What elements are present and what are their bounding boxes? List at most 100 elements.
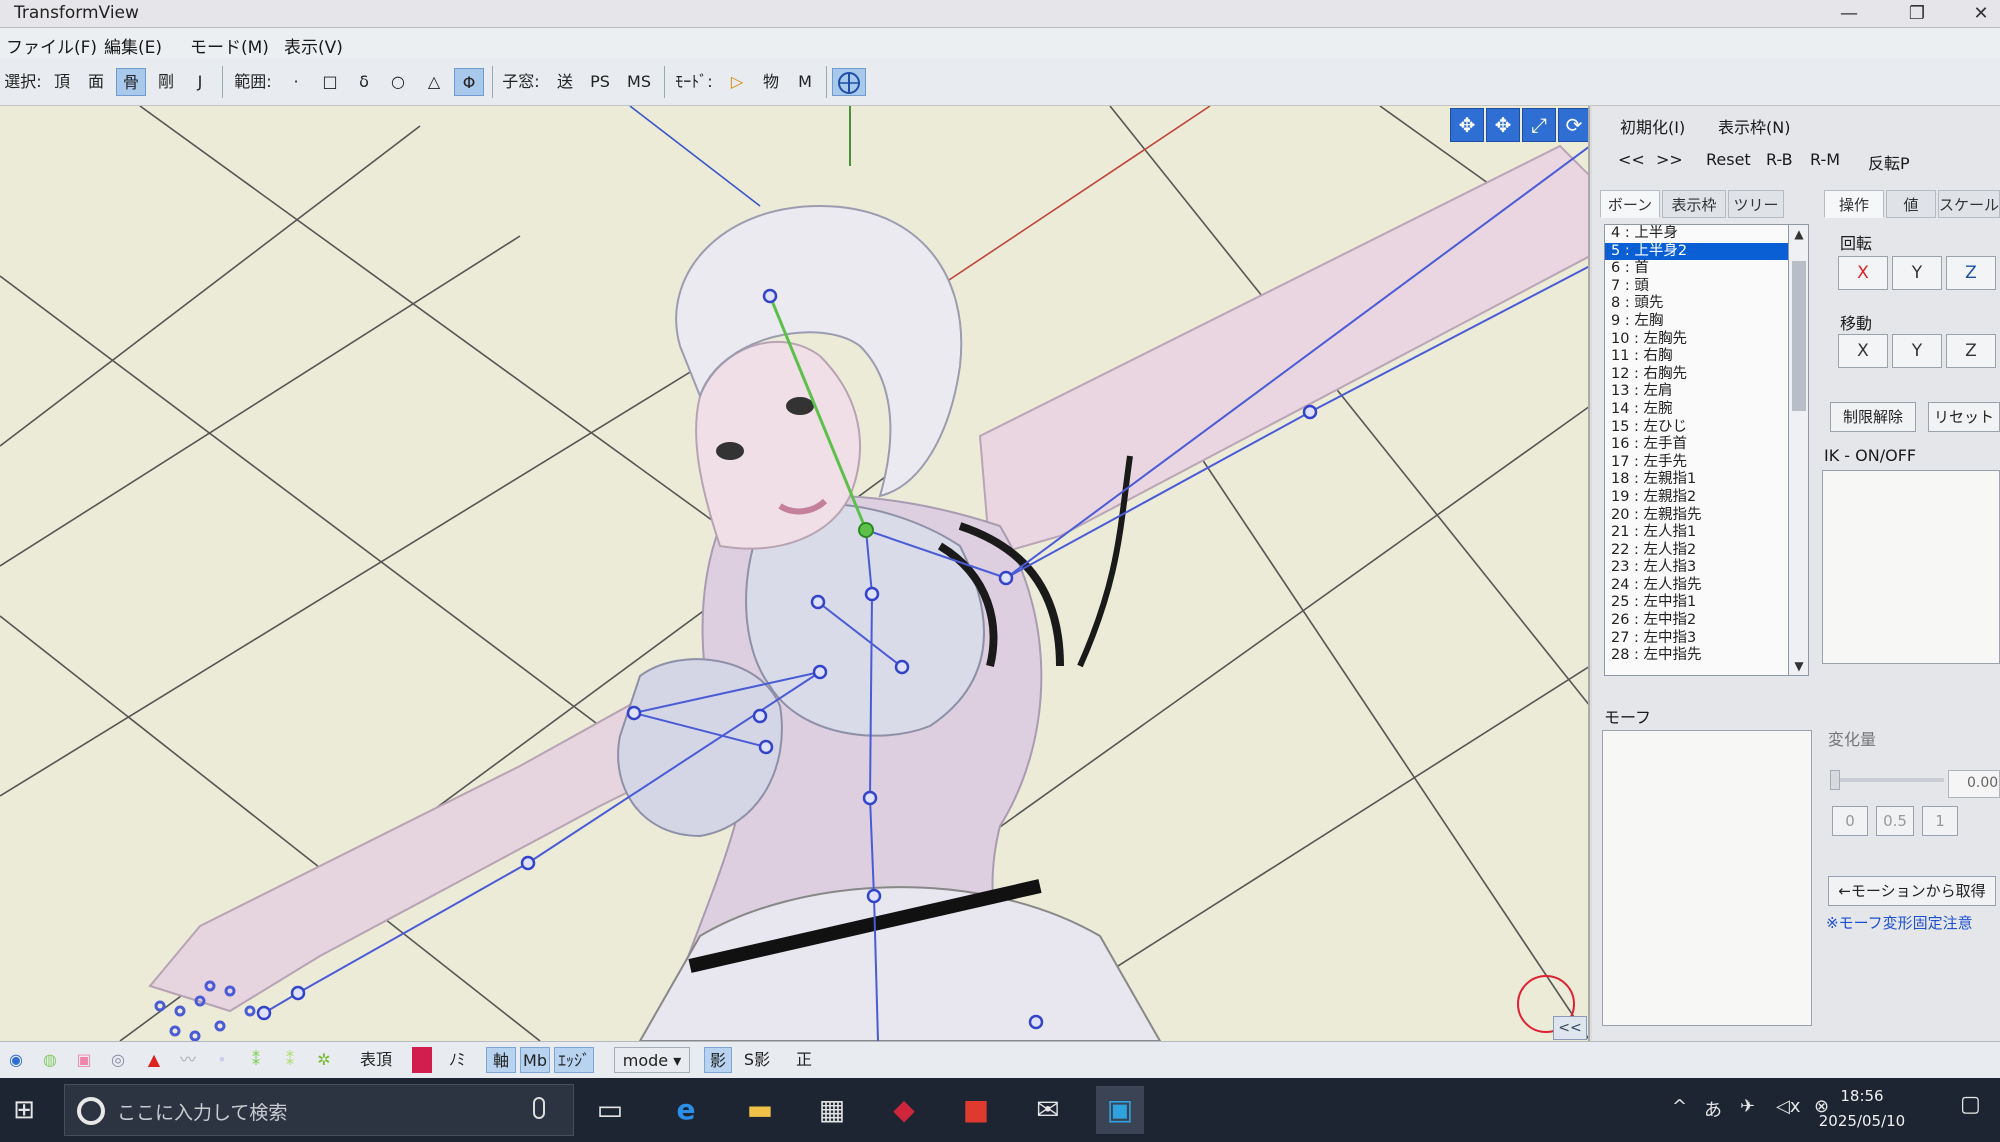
rb-button[interactable]: R-B — [1766, 150, 1793, 169]
play-button[interactable]: ▷ — [722, 68, 752, 96]
windows-start-icon[interactable]: ⊞ — [0, 1086, 48, 1134]
bone-list-item[interactable]: 9 : 左胸 — [1605, 313, 1788, 331]
reset-pose-button[interactable]: Reset — [1706, 150, 1751, 169]
move-y-button[interactable]: Y — [1892, 334, 1942, 368]
mail-icon[interactable]: ✉ — [1024, 1086, 1072, 1134]
bone-list-item[interactable]: 27 : 左中指3 — [1605, 630, 1788, 648]
prev-button[interactable]: << — [1618, 150, 1645, 169]
axis-button[interactable]: 軸 — [486, 1047, 516, 1073]
app-red-icon[interactable]: ■ — [952, 1086, 1000, 1134]
move-local-icon[interactable]: ✥ — [1486, 108, 1520, 142]
menu-mode[interactable]: モード(M) — [190, 33, 269, 58]
dot-icon[interactable]: • — [208, 1047, 236, 1073]
bone-list-item[interactable]: 26 : 左中指2 — [1605, 612, 1788, 630]
get-from-motion-button[interactable]: ←モーションから取得 — [1828, 876, 1996, 906]
move-z-button[interactable]: Z — [1946, 334, 1996, 368]
bone-list-item[interactable]: 19 : 左親指2 — [1605, 489, 1788, 507]
menu-file[interactable]: ファイル(F) — [6, 33, 97, 58]
morph-list[interactable] — [1602, 730, 1812, 1026]
scroll-thumb[interactable] — [1792, 261, 1806, 411]
mode-dropdown[interactable]: mode ▾ — [614, 1047, 690, 1073]
bone-list-item[interactable]: 11 : 右胸 — [1605, 348, 1788, 366]
wire-icon[interactable]: 〰 — [174, 1047, 202, 1073]
rm-button[interactable]: R-M — [1810, 150, 1840, 169]
rotate-icon[interactable]: ⟳ — [1558, 108, 1588, 142]
flip-pose-button[interactable]: 反転P — [1868, 150, 1910, 174]
restore-button[interactable]: ❐ — [1894, 0, 1940, 28]
3d-viewport[interactable]: ✥ ✥ ⤢ ⟳ << — [0, 106, 1590, 1041]
tab-bones[interactable]: ボーン — [1600, 190, 1660, 218]
move-x-button[interactable]: X — [1838, 334, 1888, 368]
scroll-down-icon[interactable]: ▼ — [1789, 659, 1809, 673]
sphere-icon[interactable]: ◎ — [104, 1047, 132, 1073]
menu-view[interactable]: 表示(V) — [284, 33, 343, 58]
range-delta-button[interactable]: δ — [350, 68, 378, 96]
bone-list-item[interactable]: 16 : 左手首 — [1605, 436, 1788, 454]
gizmo-toggle-button[interactable] — [832, 68, 866, 96]
edge-button[interactable]: ｴｯｼﾞ — [554, 1047, 594, 1073]
menu-initialize[interactable]: 初期化(I) — [1620, 114, 1685, 138]
preset-half-button[interactable]: 0.5 — [1876, 806, 1914, 836]
task-view-icon[interactable]: ▭ — [586, 1086, 634, 1134]
morph-slider[interactable] — [1830, 770, 1944, 790]
bone-list-item[interactable]: 24 : 左人指先 — [1605, 577, 1788, 595]
pmx-editor-icon[interactable]: ▣ — [1096, 1086, 1144, 1134]
physics-button[interactable]: 物 — [756, 68, 786, 96]
ime-icon[interactable]: あ — [1704, 1096, 1722, 1122]
grid-icon[interactable]: ◉ — [2, 1047, 30, 1073]
bone-list-item[interactable]: 17 : 左手先 — [1605, 454, 1788, 472]
menu-display-frame[interactable]: 表示枠(N) — [1718, 114, 1790, 138]
m-button[interactable]: M — [790, 68, 820, 96]
ik-list[interactable] — [1822, 470, 2000, 664]
bone-list-item[interactable]: 28 : 左中指先 — [1605, 647, 1788, 665]
shadow-button[interactable]: 影 — [704, 1047, 732, 1073]
menu-edit[interactable]: 編集(E) — [104, 33, 162, 58]
range-phi-button[interactable]: Φ — [454, 68, 484, 96]
bone-icon[interactable]: ⁑ — [242, 1047, 270, 1073]
taskbar-search[interactable]: ここに入力して検索 — [64, 1084, 574, 1136]
bone-list-item[interactable]: 18 : 左親指1 — [1605, 471, 1788, 489]
select-vertex-button[interactable]: 頂 — [48, 68, 76, 96]
bone-list-item[interactable]: 10 : 左胸先 — [1605, 331, 1788, 349]
edge-browser-icon[interactable]: e — [662, 1086, 710, 1134]
color-swatch-icon[interactable] — [412, 1047, 432, 1073]
file-explorer-icon[interactable]: ▬ — [736, 1086, 784, 1134]
nomi-button[interactable]: ﾉﾐ — [440, 1047, 474, 1073]
range-circle-button[interactable]: ○ — [384, 68, 412, 96]
bone-list-item[interactable]: 15 : 左ひじ — [1605, 419, 1788, 437]
collapse-panel-button[interactable]: << — [1553, 1016, 1587, 1040]
child-send-button[interactable]: 送 — [550, 68, 580, 96]
select-joint-button[interactable]: J — [186, 68, 214, 96]
preset-1-button[interactable]: 1 — [1922, 806, 1958, 836]
airplane-icon[interactable]: ✈ — [1740, 1096, 1755, 1117]
limit-release-button[interactable]: 制限解除 — [1830, 402, 1916, 432]
bone-list-item[interactable]: 25 : 左中指1 — [1605, 594, 1788, 612]
minimize-button[interactable]: — — [1826, 0, 1872, 28]
move-all-icon[interactable]: ✥ — [1450, 108, 1484, 142]
tab-value[interactable]: 値 — [1886, 190, 1936, 218]
bone-list-item[interactable]: 4 : 上半身 — [1605, 225, 1788, 243]
physics-icon[interactable]: ✲ — [310, 1047, 338, 1073]
bone-list-item[interactable]: 21 : 左人指1 — [1605, 524, 1788, 542]
light-icon[interactable]: ◍ — [36, 1047, 64, 1073]
scale-icon[interactable]: ⤢ — [1522, 108, 1556, 142]
mb-button[interactable]: Mb — [520, 1047, 550, 1073]
bone-list-item[interactable]: 8 : 頭先 — [1605, 295, 1788, 313]
rotate-z-button[interactable]: Z — [1946, 256, 1996, 290]
tab-tree[interactable]: ツリー — [1728, 190, 1784, 218]
range-triangle-button[interactable]: △ — [420, 68, 448, 96]
joint-icon[interactable]: ⁑ — [276, 1047, 304, 1073]
bone-list-item[interactable]: 5 : 上半身2 — [1605, 242, 1788, 261]
tab-scale[interactable]: スケール — [1938, 190, 2000, 218]
store-icon[interactable]: ▦ — [808, 1086, 856, 1134]
bone-list-item[interactable]: 13 : 左肩 — [1605, 383, 1788, 401]
child-ps-button[interactable]: PS — [584, 68, 616, 96]
tab-display-frame[interactable]: 表示枠 — [1662, 190, 1726, 218]
show-vertex-button[interactable]: 表頂 — [356, 1047, 396, 1073]
mcafee-icon[interactable]: ◆ — [880, 1086, 928, 1134]
warning-icon[interactable]: ▲ — [140, 1047, 168, 1073]
selected-joint[interactable] — [858, 522, 874, 538]
texture-icon[interactable]: ▣ — [70, 1047, 98, 1073]
bone-list-item[interactable]: 23 : 左人指3 — [1605, 559, 1788, 577]
close-button[interactable]: ✕ — [1958, 0, 2000, 28]
